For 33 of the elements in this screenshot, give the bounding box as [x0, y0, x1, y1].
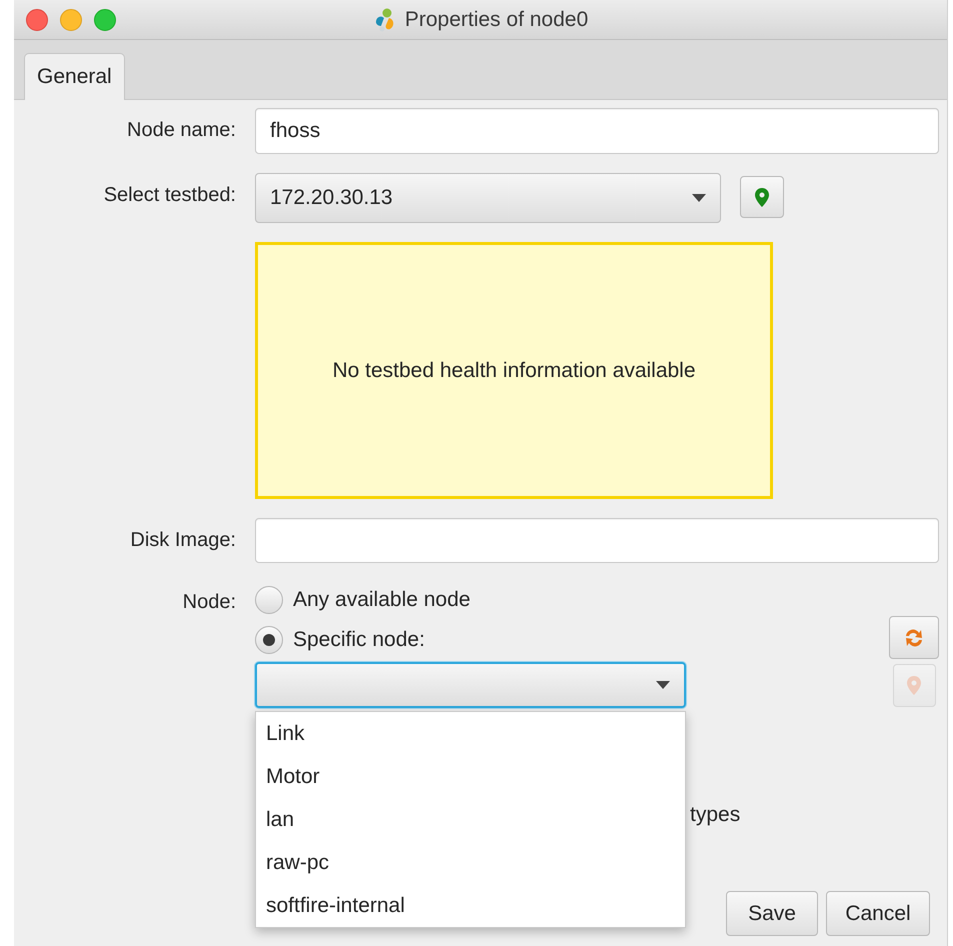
field-label: Node: [182, 590, 236, 615]
menu-item[interactable]: raw-pc [256, 841, 685, 884]
locate-button[interactable] [740, 176, 784, 218]
testbed-dropdown[interactable]: 172.20.30.13 [255, 173, 721, 223]
node-dropdown[interactable] [255, 662, 686, 708]
caret-icon [692, 194, 706, 202]
menu-item[interactable]: lan [256, 798, 685, 841]
close-button[interactable] [26, 8, 48, 30]
field-label: Disk Image: [129, 528, 236, 553]
field-label: Select testbed: [102, 183, 236, 208]
caret-icon [656, 681, 670, 689]
refresh-button[interactable] [889, 616, 939, 659]
menu-item[interactable]: Link [256, 712, 685, 755]
location-pin-icon [755, 188, 769, 206]
save-button[interactable]: Save [726, 891, 818, 936]
radio-button[interactable] [255, 586, 283, 614]
disk-image-field[interactable] [255, 518, 939, 563]
minimize-button[interactable] [60, 8, 82, 30]
window-title: Properties of node0 [404, 8, 588, 32]
option-label: types [690, 803, 740, 826]
zoom-button[interactable] [94, 8, 116, 30]
location-pin-icon [907, 676, 921, 695]
cancel-button[interactable]: Cancel [826, 891, 930, 936]
field-label: Node name: [126, 118, 236, 143]
menu-item[interactable]: Motor [256, 755, 685, 798]
refresh-icon [903, 626, 925, 648]
radio-label[interactable]: Specific node: [293, 628, 425, 652]
radio-label[interactable]: Any available node [293, 588, 470, 612]
menu-item[interactable]: softfire-internal [256, 884, 685, 927]
health-message: No testbed health information available [255, 242, 773, 499]
tab[interactable]: General [24, 53, 125, 100]
radio-button[interactable] [255, 626, 283, 654]
node-name-field[interactable]: fhoss [255, 108, 939, 154]
